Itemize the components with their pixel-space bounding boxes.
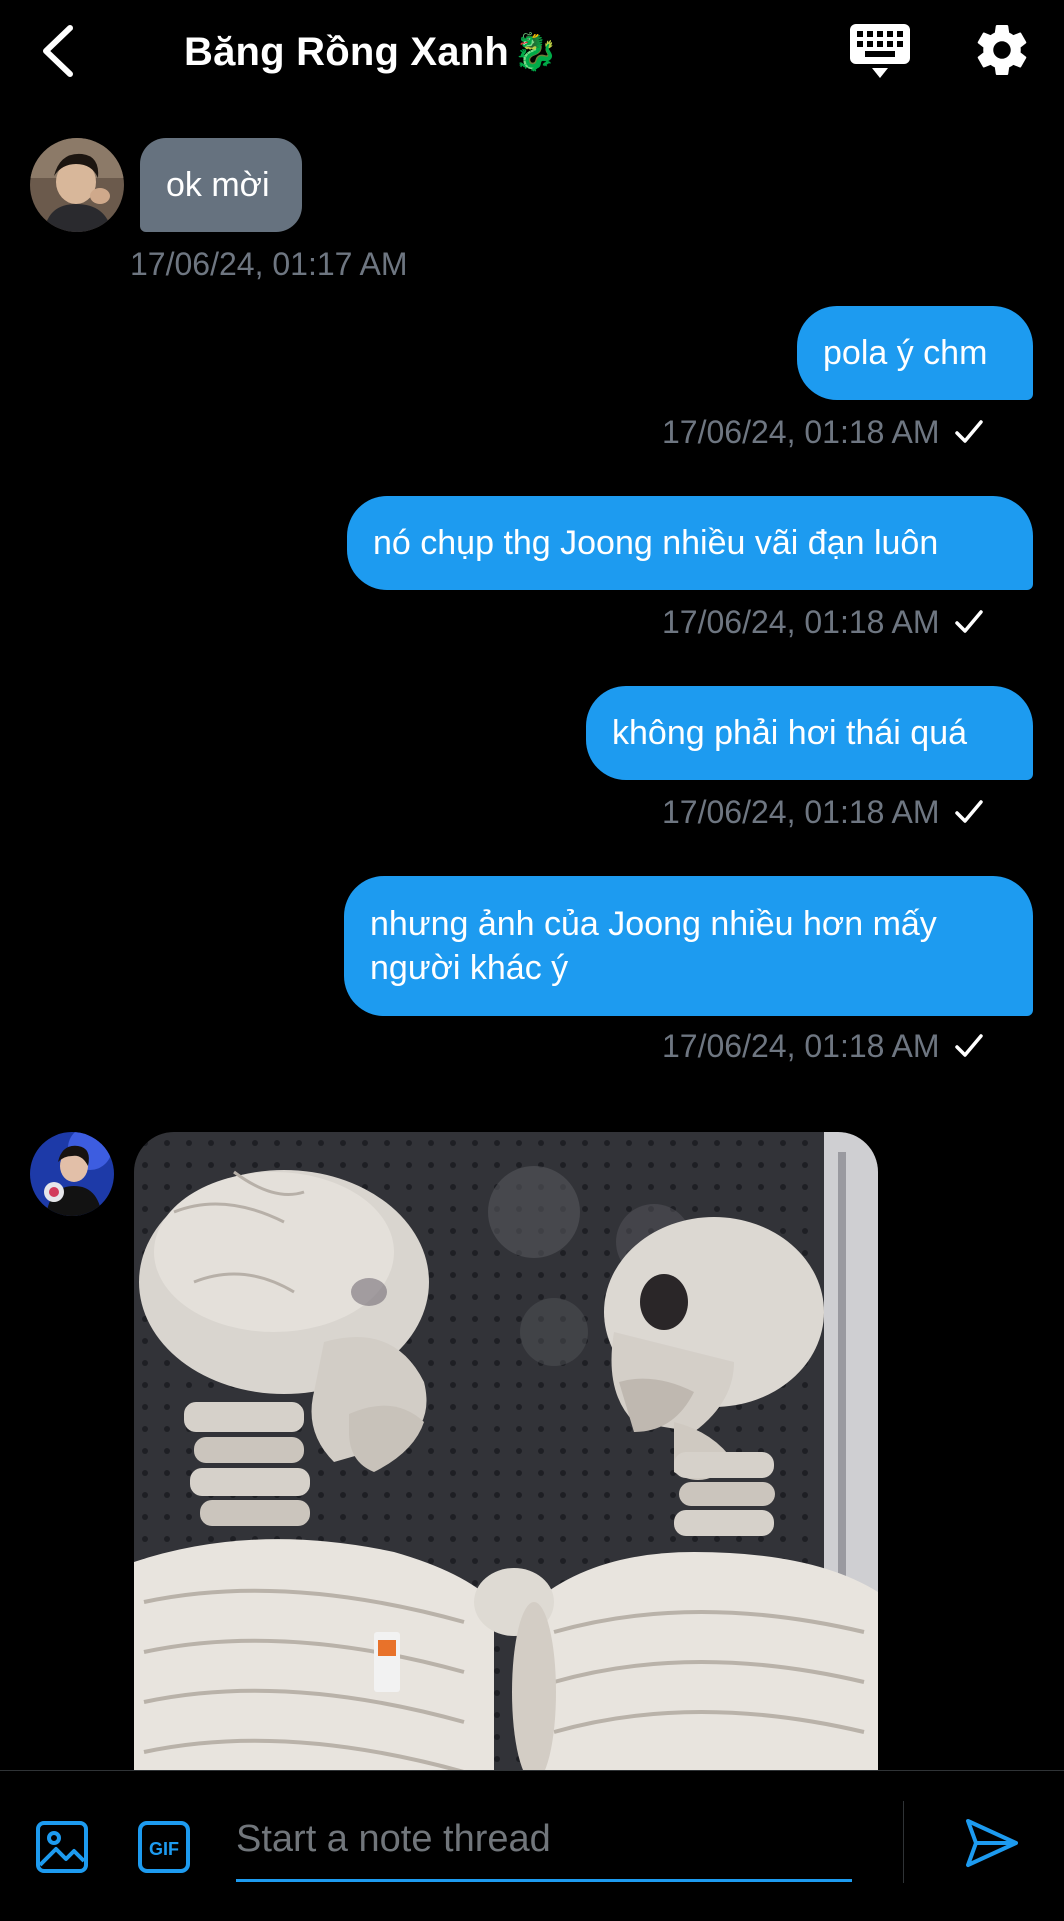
message-text: không phải hơi thái quá <box>612 714 968 752</box>
read-check-icon <box>954 418 984 446</box>
read-check-icon <box>954 608 984 636</box>
message-text: pola ý chm <box>823 334 988 372</box>
gif-icon: GIF <box>138 1821 190 1873</box>
message-bubble-incoming[interactable]: ok mời <box>140 138 302 232</box>
message-bubble-outgoing[interactable]: không phải hơi thái quá <box>586 686 1033 780</box>
keyboard-shortcuts-button[interactable] <box>848 22 912 82</box>
sender-avatar[interactable] <box>30 1132 114 1216</box>
keyboard-icon <box>850 24 910 78</box>
composer-bar: GIF <box>0 1770 1064 1921</box>
settings-button[interactable] <box>972 20 1032 80</box>
image-message[interactable] <box>134 1132 878 1772</box>
note-thread-input[interactable] <box>236 1799 852 1882</box>
message-timestamp: 17/06/24, 01:17 AM <box>130 245 408 282</box>
message-timestamp: 17/06/24, 01:18 AM <box>662 1024 984 1068</box>
read-check-icon <box>954 798 984 826</box>
avatar-photo <box>30 1132 114 1216</box>
back-icon <box>43 25 73 77</box>
message-text: ok mời <box>166 166 270 204</box>
dragon-emoji: 🐉 <box>513 31 558 72</box>
sender-avatar[interactable] <box>30 138 124 232</box>
svg-text:GIF: GIF <box>149 1839 179 1859</box>
message-bubble-outgoing[interactable]: nó chụp thg Joong nhiều vãi đạn luôn <box>347 496 1033 590</box>
message-text: nó chụp thg Joong nhiều vãi đạn luôn <box>373 524 939 562</box>
message-bubble-outgoing[interactable]: pola ý chm <box>797 306 1033 400</box>
conversation-title: Băng Rồng Xanh 🐉 <box>184 24 558 80</box>
composer-divider <box>903 1801 904 1883</box>
message-text: nhưng ảnh của Joong nhiều hơn mấy người … <box>370 905 937 987</box>
image-icon <box>36 1821 88 1873</box>
read-check-icon <box>954 1032 984 1060</box>
conversation-name: Băng Rồng Xanh <box>184 29 510 74</box>
add-image-button[interactable] <box>34 1819 90 1875</box>
message-bubble-outgoing[interactable]: nhưng ảnh của Joong nhiều hơn mấy người … <box>344 876 1033 1016</box>
avatar-photo <box>30 138 124 232</box>
send-icon <box>966 1819 1018 1867</box>
header-bar: Băng Rồng Xanh 🐉 <box>0 0 1064 104</box>
message-timestamp: 17/06/24, 01:18 AM <box>662 410 984 454</box>
back-button[interactable] <box>30 20 86 82</box>
message-timestamp: 17/06/24, 01:18 AM <box>662 790 984 834</box>
skeletons-meme-image <box>134 1132 878 1772</box>
gear-icon <box>977 25 1027 75</box>
send-button[interactable] <box>962 1813 1022 1873</box>
add-gif-button[interactable]: GIF <box>136 1819 192 1875</box>
message-timestamp: 17/06/24, 01:18 AM <box>662 600 984 644</box>
